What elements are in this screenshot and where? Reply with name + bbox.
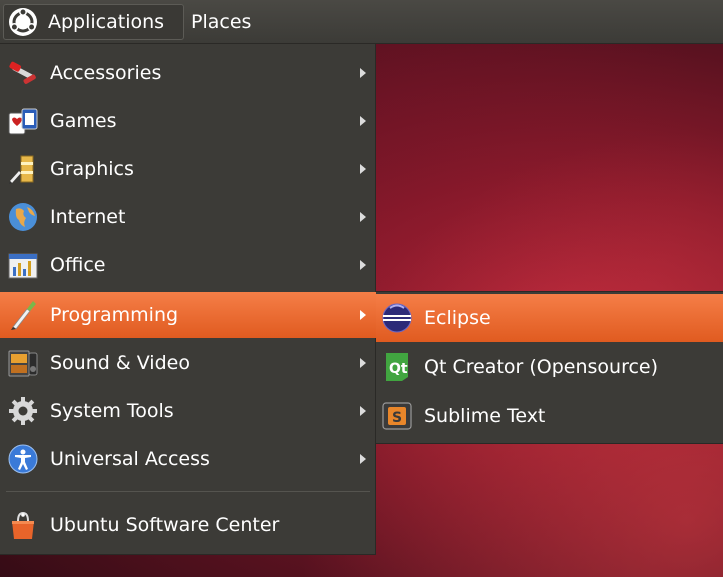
- submenu-item-sublime-text[interactable]: S Sublime Text: [376, 392, 723, 440]
- menu-item-office[interactable]: Office: [0, 242, 376, 288]
- menu-item-internet[interactable]: Internet: [0, 194, 376, 240]
- menu-item-software-center[interactable]: Ubuntu Software Center: [0, 502, 376, 548]
- submenu-arrow-icon: [360, 358, 366, 368]
- submenu-item-eclipse[interactable]: Eclipse: [376, 294, 723, 342]
- ubuntu-logo-icon: [9, 8, 37, 36]
- menu-item-label: Universal Access: [50, 448, 210, 470]
- sound-video-icon: [8, 350, 38, 377]
- graphics-icon: [9, 155, 34, 184]
- menu-item-label: Ubuntu Software Center: [50, 514, 280, 536]
- universal-access-icon: [8, 444, 38, 474]
- submenu-arrow-icon: [360, 406, 366, 416]
- submenu-arrow-icon: [360, 68, 366, 78]
- internet-icon: [9, 203, 37, 231]
- menu-item-system-tools[interactable]: System Tools: [0, 388, 376, 434]
- submenu-arrow-icon: [360, 310, 366, 320]
- places-label: Places: [191, 11, 252, 33]
- submenu-item-label: Eclipse: [424, 307, 491, 329]
- menu-item-label: Internet: [50, 206, 126, 228]
- system-tools-icon: [9, 397, 37, 425]
- programming-icon: [11, 301, 36, 330]
- programming-submenu: Eclipse Qt Qt Creator (Opensource) S Sub…: [376, 291, 723, 444]
- submenu-item-label: Qt Creator (Opensource): [424, 356, 659, 378]
- menu-item-programming[interactable]: Programming: [0, 292, 376, 338]
- games-icon: [8, 108, 38, 135]
- places-menu-button[interactable]: Places: [191, 4, 271, 40]
- applications-menu: Accessories Games Graphics Internet Offi…: [0, 44, 376, 555]
- software-center-icon: [12, 511, 34, 539]
- applications-menu-button[interactable]: Applications: [3, 4, 184, 40]
- accessories-icon: [9, 61, 36, 84]
- submenu-arrow-icon: [360, 454, 366, 464]
- menu-item-games[interactable]: Games: [0, 98, 376, 144]
- menu-item-label: Office: [50, 254, 106, 276]
- submenu-item-label: Sublime Text: [424, 405, 546, 427]
- submenu-arrow-icon: [360, 164, 366, 174]
- submenu-arrow-icon: [360, 212, 366, 222]
- qt-creator-icon: Qt: [386, 353, 408, 381]
- menu-separator: [6, 491, 370, 492]
- svg-text:S: S: [392, 410, 402, 426]
- menu-item-graphics[interactable]: Graphics: [0, 146, 376, 192]
- menu-item-universal-access[interactable]: Universal Access: [0, 436, 376, 482]
- menu-item-accessories[interactable]: Accessories: [0, 50, 376, 96]
- menu-item-label: Sound & Video: [50, 352, 190, 374]
- menu-item-label: Games: [50, 110, 117, 132]
- menu-item-label: Accessories: [50, 62, 162, 84]
- menu-item-label: System Tools: [50, 400, 174, 422]
- submenu-arrow-icon: [360, 116, 366, 126]
- office-icon: [8, 253, 38, 279]
- submenu-arrow-icon: [360, 260, 366, 270]
- submenu-item-qt-creator[interactable]: Qt Qt Creator (Opensource): [376, 343, 723, 391]
- eclipse-icon: [382, 303, 412, 333]
- svg-text:Qt: Qt: [389, 361, 408, 377]
- applications-label: Applications: [48, 11, 165, 33]
- sublime-text-icon: S: [382, 402, 412, 430]
- menu-item-label: Programming: [50, 304, 179, 326]
- menu-item-sound-video[interactable]: Sound & Video: [0, 340, 376, 386]
- top-panel: Applications Places: [0, 0, 723, 44]
- menu-item-label: Graphics: [50, 158, 134, 180]
